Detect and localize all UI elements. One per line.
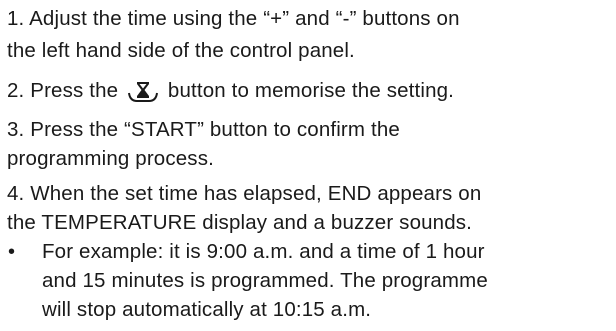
step-2-text-before: 2. Press the bbox=[7, 79, 119, 102]
step-2-text-after: button to memorise the setting. bbox=[167, 79, 455, 102]
example-line-2: and 15 minutes is programmed. The progra… bbox=[42, 269, 488, 292]
step-4-line-2: the TEMPERATURE display and a buzzer sou… bbox=[7, 211, 473, 234]
step-3-line-2: programming process. bbox=[7, 147, 214, 170]
hourglass-timer-icon bbox=[128, 82, 159, 102]
step-1-line-2: the left hand side of the control panel. bbox=[7, 39, 355, 62]
step-4-line-1: 4. When the set time has elapsed, END ap… bbox=[7, 182, 482, 205]
example-bullet: • bbox=[8, 241, 16, 263]
instruction-page: 1. Adjust the time using the “+” and “-”… bbox=[0, 0, 616, 331]
example-line-3: will stop automatically at 10:15 a.m. bbox=[42, 298, 372, 321]
cropped-timer-icon-fragment bbox=[135, 0, 205, 6]
step-2-line: 2. Press the button to memorise the sett… bbox=[7, 79, 454, 103]
step-1-line-1: 1. Adjust the time using the “+” and “-”… bbox=[7, 7, 460, 30]
step-3-line-1: 3. Press the “START” button to confirm t… bbox=[7, 118, 400, 141]
example-line-1: For example: it is 9:00 a.m. and a time … bbox=[42, 240, 485, 263]
